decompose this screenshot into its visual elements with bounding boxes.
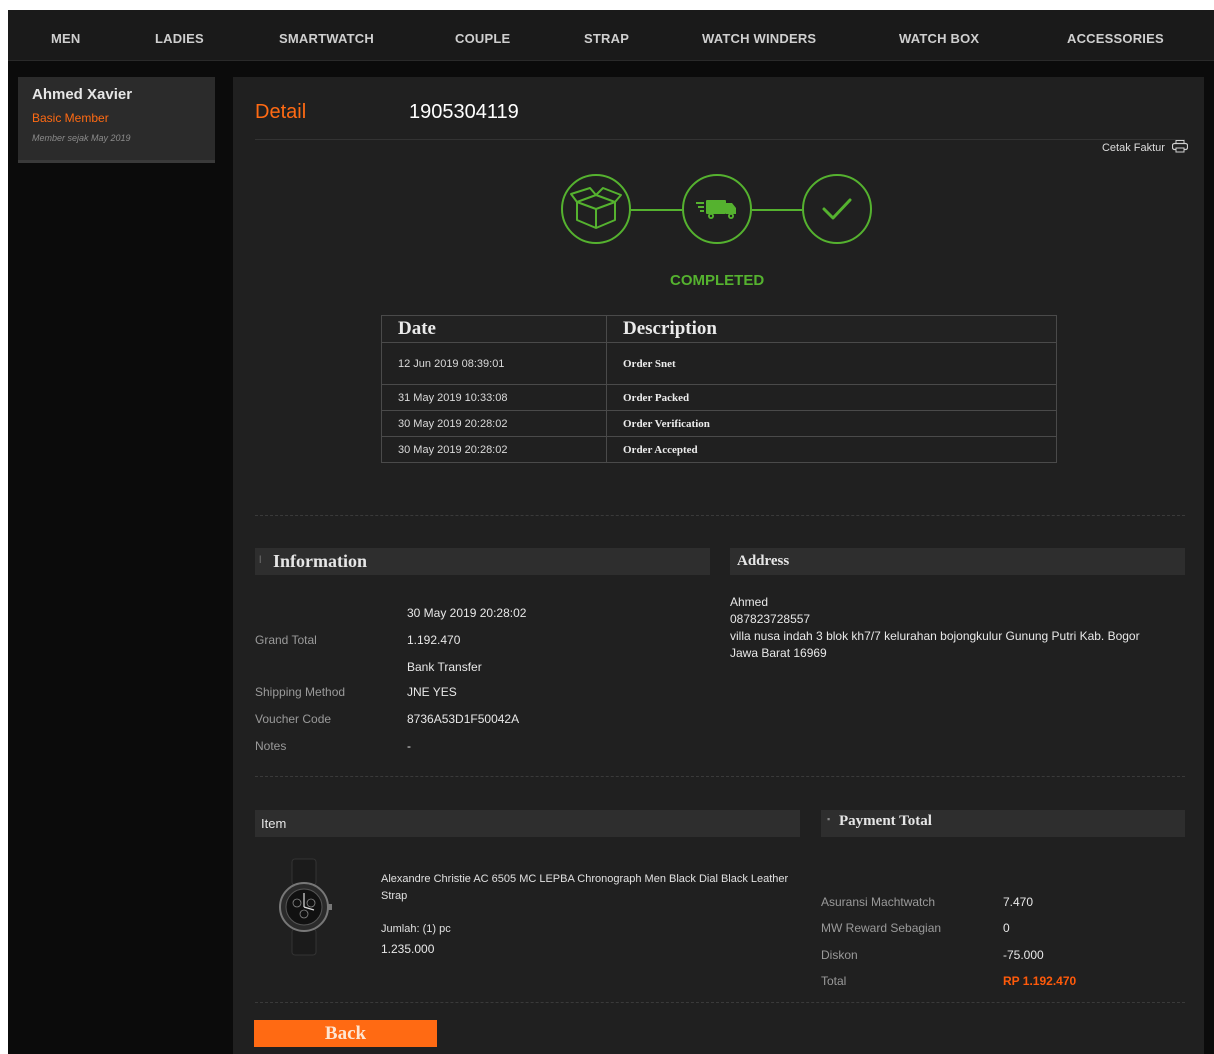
order-history-table: Date Description 12 Jun 2019 08:39:01 Or…: [381, 315, 1057, 463]
info-key-grand-total: Grand Total: [255, 633, 317, 647]
history-description: Order Snet: [606, 342, 1057, 385]
nav-item-men[interactable]: MEN: [51, 10, 81, 60]
payment-key: Diskon: [821, 948, 858, 962]
member-name[interactable]: Ahmed Xavier: [32, 86, 132, 103]
order-number: 1905304119: [409, 101, 519, 123]
checkmark-icon: [802, 174, 872, 244]
detail-label: Detail: [255, 101, 307, 123]
box-icon: [561, 174, 631, 244]
section-divider: [255, 515, 1185, 516]
payment-total-value: RP 1.192.470: [1003, 974, 1077, 988]
print-invoice-link[interactable]: Cetak Faktur: [1101, 140, 1189, 156]
info-key-voucher-code: Voucher Code: [255, 712, 332, 726]
header-divider: [255, 139, 1185, 140]
history-description: Order Accepted: [606, 436, 1057, 463]
info-value-payment-method: Bank Transfer: [407, 660, 482, 674]
info-key-notes: Notes: [255, 739, 287, 753]
column-header-date: Date: [381, 315, 607, 343]
history-description: Order Verification: [606, 410, 1057, 437]
info-key-shipping-method: Shipping Method: [255, 685, 346, 699]
back-button[interactable]: Back: [254, 1020, 437, 1047]
payment-value: -75.000: [1003, 948, 1044, 962]
payment-value: 0: [1003, 921, 1010, 935]
nav-item-smartwatch[interactable]: SMARTWATCH: [279, 10, 374, 60]
table-row: 12 Jun 2019 08:39:01 Order Snet: [381, 342, 1057, 385]
member-since: Member sejak May 2019: [32, 133, 131, 143]
info-value-notes: -: [407, 739, 411, 753]
history-description: Order Packed: [606, 384, 1057, 411]
history-date: 30 May 2019 20:28:02: [381, 436, 607, 463]
top-navigation: MEN LADIES SMARTWATCH COUPLE STRAP WATCH…: [8, 10, 1214, 61]
section-marker: ǀ: [259, 554, 262, 566]
nav-item-watch-box[interactable]: WATCH BOX: [899, 10, 979, 60]
product-quantity: Jumlah: (1) pc: [381, 923, 451, 935]
info-value-grand-total: 1.192.470: [407, 633, 461, 647]
address-title: Address: [737, 553, 790, 569]
column-header-description: Description: [606, 315, 1057, 343]
product-price: 1.235.000: [381, 942, 435, 956]
history-date: 30 May 2019 20:28:02: [381, 410, 607, 437]
info-value-voucher-code: 8736A53D1F50042A: [407, 712, 520, 726]
history-date: 31 May 2019 10:33:08: [381, 384, 607, 411]
nav-item-accessories[interactable]: ACCESSORIES: [1067, 10, 1164, 60]
table-header-row: Date Description: [381, 315, 1057, 343]
nav-item-watch-winders[interactable]: WATCH WINDERS: [702, 10, 816, 60]
payment-key: MW Reward Sebagian: [821, 921, 942, 935]
order-detail-panel: Detail 1905304119 Cetak Faktur COMPLETED…: [233, 77, 1204, 1054]
payment-value: 7.470: [1003, 895, 1034, 909]
tracker-connector: [752, 209, 802, 211]
item-title: Item: [261, 816, 287, 831]
nav-item-couple[interactable]: COUPLE: [455, 10, 510, 60]
member-card: Ahmed Xavier Basic Member Member sejak M…: [18, 77, 215, 163]
address-line-2: Jawa Barat 16969: [730, 646, 827, 660]
item-header: Item: [255, 810, 800, 837]
shipping-address: Ahmed 087823728557 villa nusa indah 3 bl…: [730, 594, 1140, 662]
table-row: 30 May 2019 20:28:02 Order Accepted: [381, 436, 1057, 463]
printer-icon: [1171, 140, 1189, 156]
section-divider: [255, 776, 1185, 777]
print-invoice-label: Cetak Faktur: [1101, 141, 1165, 154]
address-line-1: villa nusa indah 3 blok kh7/7 kelurahan …: [730, 629, 1140, 643]
section-divider: [255, 1002, 1185, 1003]
info-value-date: 30 May 2019 20:28:02: [407, 606, 527, 620]
information-header: ǀ Information: [255, 548, 710, 575]
product-image[interactable]: [269, 857, 339, 957]
history-date: 12 Jun 2019 08:39:01: [381, 342, 607, 385]
payment-key: Asuransi Machtwatch: [821, 895, 936, 909]
address-phone: 087823728557: [730, 612, 811, 626]
page-frame: MEN LADIES SMARTWATCH COUPLE STRAP WATCH…: [8, 10, 1214, 1054]
payment-total-header: ▪ Payment Total: [821, 810, 1185, 837]
nav-item-strap[interactable]: STRAP: [584, 10, 629, 60]
order-status-tracker: [561, 174, 881, 254]
information-title: Information: [273, 551, 367, 571]
address-header: Address: [730, 548, 1185, 575]
tracker-connector: [631, 209, 682, 211]
truck-icon: [682, 174, 752, 244]
info-value-shipping-method: JNE YES: [407, 685, 457, 699]
table-row: 31 May 2019 10:33:08 Order Packed: [381, 384, 1057, 411]
nav-item-ladies[interactable]: LADIES: [155, 10, 204, 60]
address-name: Ahmed: [730, 595, 769, 609]
payment-total-title: Payment Total: [839, 813, 932, 829]
product-name[interactable]: Alexandre Christie AC 6505 MC LEPBA Chro…: [381, 871, 791, 905]
section-marker: ▪: [827, 814, 831, 824]
payment-key: Total: [821, 974, 847, 988]
table-row: 30 May 2019 20:28:02 Order Verification: [381, 410, 1057, 437]
order-status-label: COMPLETED: [670, 272, 765, 289]
member-tier: Basic Member: [32, 111, 109, 125]
